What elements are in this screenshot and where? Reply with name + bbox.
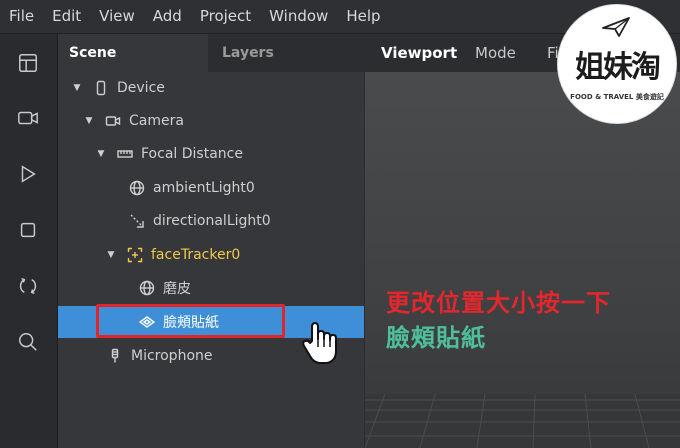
refresh-icon[interactable] [16, 274, 40, 298]
menu-edit[interactable]: Edit [43, 0, 90, 33]
tree-item-label: faceTracker0 [151, 247, 241, 263]
watermark-logo: 姐妹淘 FOOD & TRAVEL 美食遊記 [557, 4, 677, 124]
tree-item-camera[interactable]: ▼ Camera [58, 105, 364, 137]
video-icon[interactable] [16, 106, 40, 130]
tree-item-label: Camera [129, 113, 184, 129]
caret-down-icon[interactable]: ▼ [84, 116, 94, 126]
menu-help[interactable]: Help [337, 0, 389, 33]
globe-icon [128, 179, 146, 197]
tree-item-face-tracker[interactable]: ▼ faceTracker0 [58, 239, 364, 271]
ruler-icon [116, 145, 134, 163]
caret-down-icon[interactable]: ▼ [72, 83, 82, 93]
tree-item-label: 磨皮 [163, 281, 191, 297]
tab-scene[interactable]: Scene [58, 34, 208, 72]
microphone-icon [106, 347, 124, 365]
panel-tabs: Scene Layers [58, 34, 364, 72]
tree-item-label: Device [117, 80, 165, 96]
tree-item-label: Focal Distance [141, 146, 243, 162]
scene-panel: Scene Layers ▼ Device ▼ Camera ▼ Focal D… [58, 34, 364, 448]
tool-rail [0, 34, 58, 448]
globe-icon [138, 279, 156, 297]
tree-item-ambient-light[interactable]: ambientLight0 [58, 172, 364, 204]
viewport-canvas[interactable] [365, 72, 680, 448]
menu-project[interactable]: Project [191, 0, 260, 33]
layout-icon[interactable] [16, 51, 40, 75]
plane-icon [138, 313, 156, 331]
play-icon[interactable] [16, 162, 40, 186]
tree-item-smoothing[interactable]: 磨皮 [58, 272, 364, 304]
phone-icon [92, 79, 110, 97]
tab-viewport[interactable]: Viewport [381, 34, 457, 72]
tree-item-label: ambientLight0 [153, 180, 255, 196]
tree-item-label: 臉頰貼紙 [163, 315, 219, 331]
search-icon[interactable] [16, 330, 40, 354]
paper-plane-icon [602, 17, 630, 37]
camera-icon [104, 112, 122, 130]
tree-item-focal-distance[interactable]: ▼ Focal Distance [58, 138, 364, 170]
menu-add[interactable]: Add [144, 0, 191, 33]
face-tracker-icon [126, 246, 144, 264]
annotation-instruction: 更改位置大小按一下 [386, 289, 611, 317]
tree-item-label: directionalLight0 [153, 213, 271, 229]
caret-down-icon[interactable]: ▼ [106, 250, 116, 260]
logo-sub-text: FOOD & TRAVEL 美食遊記 [570, 93, 664, 101]
tree-item-device[interactable]: ▼ Device [58, 72, 364, 104]
tree-item-directional-light[interactable]: directionalLight0 [58, 205, 364, 237]
menu-file[interactable]: File [0, 0, 43, 33]
stop-icon[interactable] [16, 218, 40, 242]
annotation-target: 臉頰貼紙 [386, 324, 486, 352]
tab-layers[interactable]: Layers [208, 34, 364, 72]
tree-item-label: Microphone [131, 348, 213, 364]
menu-view[interactable]: View [90, 0, 144, 33]
hand-cursor-icon [302, 322, 337, 364]
caret-down-icon[interactable]: ▼ [96, 149, 106, 159]
tab-mode[interactable]: Mode [475, 34, 516, 72]
directional-light-icon [128, 212, 146, 230]
logo-main-text: 姐妹淘 [575, 50, 661, 85]
menu-window[interactable]: Window [260, 0, 337, 33]
floor-grid [365, 394, 680, 448]
